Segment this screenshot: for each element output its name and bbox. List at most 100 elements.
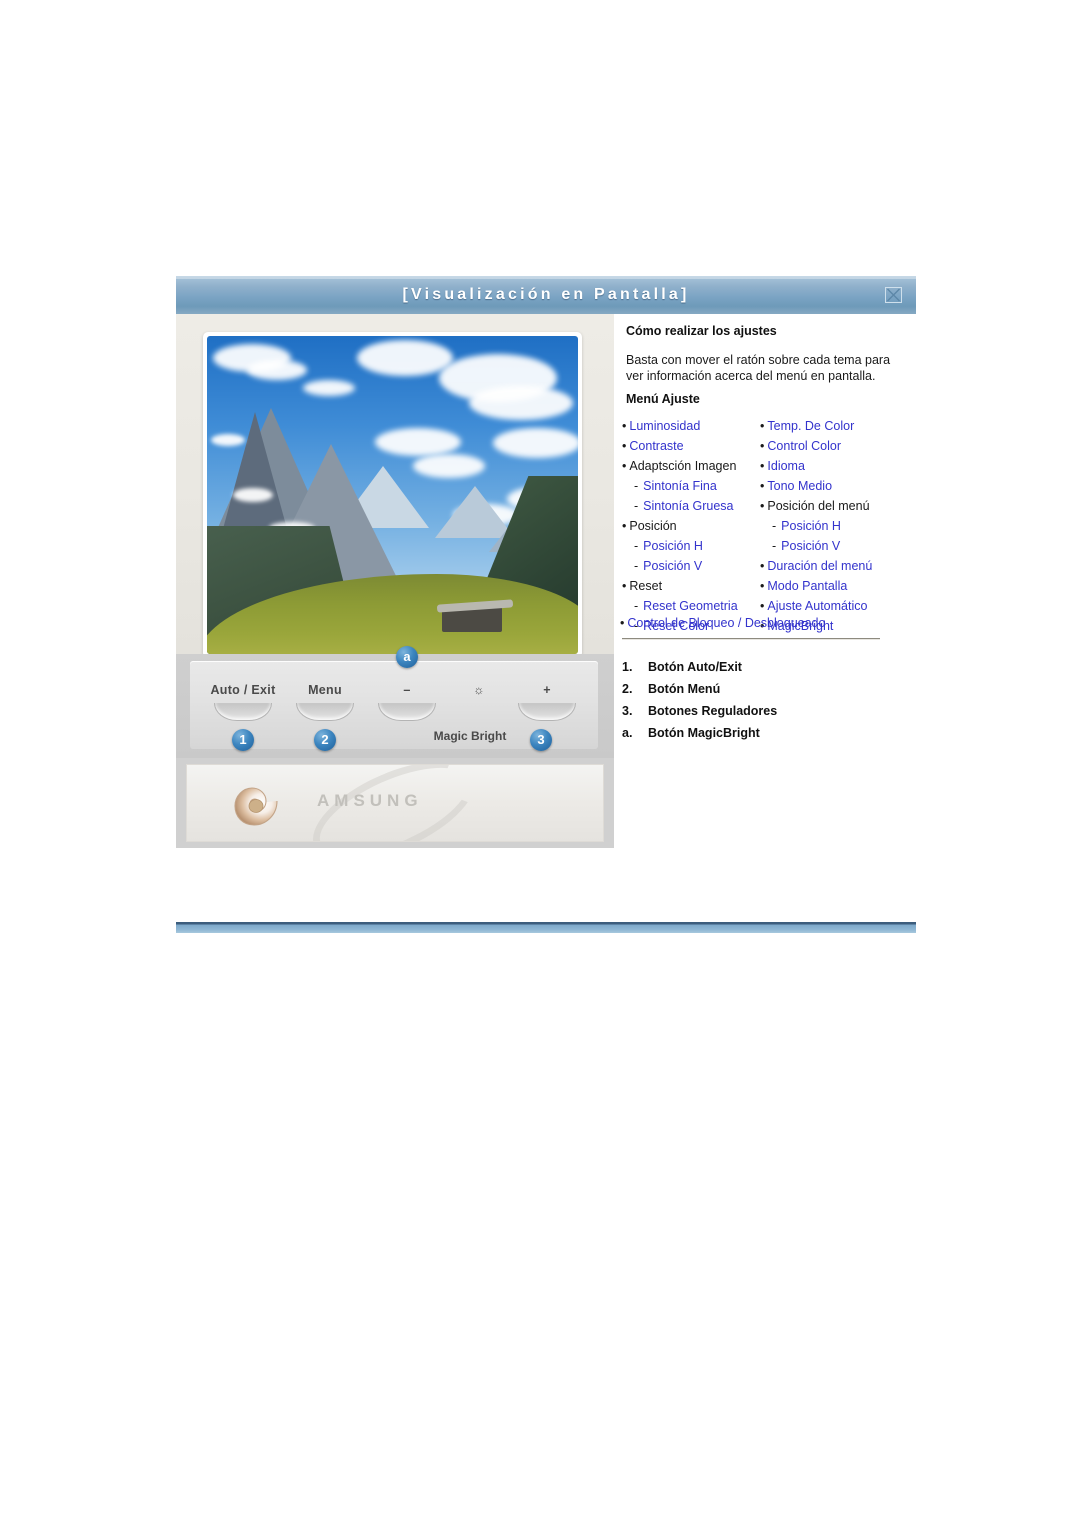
monitor-upper-bezel xyxy=(176,314,614,658)
legend-number: 3. xyxy=(622,704,633,718)
badge-2: 2 xyxy=(314,729,336,751)
button-minus[interactable]: – xyxy=(368,683,446,721)
dash-marker: - xyxy=(634,539,639,553)
menu-item-label[interactable]: Ajuste Automático xyxy=(767,599,867,613)
dash-marker: - xyxy=(634,499,639,513)
menu-item-sinton-a-gruesa[interactable]: - Sintonía Gruesa xyxy=(620,496,758,516)
menu-item-label[interactable]: Duración del menú xyxy=(767,559,872,573)
legend-number: 2. xyxy=(622,682,633,696)
logo-plate: AMSUNG xyxy=(186,764,604,842)
menu-item-luminosidad[interactable]: • Luminosidad xyxy=(620,416,758,436)
menu-item-modo-pantalla[interactable]: • Modo Pantalla xyxy=(758,576,916,596)
menu-item-lock-unlock[interactable]: • Control de Bloqueo / Desbloqueado xyxy=(620,616,825,630)
button-menu[interactable]: Menu xyxy=(286,683,364,721)
brightness-icon: ☼ xyxy=(473,683,485,697)
cloud xyxy=(469,386,573,420)
menu-item-label[interactable]: Modo Pantalla xyxy=(767,579,847,593)
button-plus[interactable]: + xyxy=(508,683,586,721)
menu-item-posici-n-h[interactable]: - Posición H xyxy=(758,516,916,536)
bullet-marker: • xyxy=(760,439,765,453)
menu-item-label[interactable]: Posición V xyxy=(781,539,840,553)
menu-item-tono-medio[interactable]: • Tono Medio xyxy=(758,476,916,496)
bullet-marker: • xyxy=(760,499,765,513)
menu-item-label: Reset xyxy=(629,579,663,593)
dash-marker: - xyxy=(772,539,777,553)
page-title: [Visualización en Pantalla] xyxy=(402,286,690,303)
button-auto-exit[interactable]: Auto / Exit xyxy=(204,683,282,721)
horizontal-divider xyxy=(622,638,880,640)
button-plus-cap[interactable] xyxy=(518,703,576,721)
menu-item-label[interactable]: Tono Medio xyxy=(767,479,832,493)
badge-3: 3 xyxy=(530,729,552,751)
bullet-marker: • xyxy=(760,559,765,573)
bullet-marker: • xyxy=(622,459,627,473)
menu-item-label[interactable]: Reset Geometria xyxy=(643,599,737,613)
legend-row: 2. Botón Menú xyxy=(622,678,912,700)
dash-marker: - xyxy=(634,479,639,493)
menu-item-label[interactable]: Contraste xyxy=(629,439,683,453)
button-plus-label: + xyxy=(543,683,551,697)
menu-item-label[interactable]: Posición V xyxy=(643,559,702,573)
button-menu-cap[interactable] xyxy=(296,703,354,721)
menu-item-label[interactable]: Sintonía Gruesa xyxy=(643,499,733,513)
legend-label: Botón Auto/Exit xyxy=(648,660,742,674)
bullet-marker: • xyxy=(622,519,627,533)
bullet-marker: • xyxy=(760,459,765,473)
dash-marker: - xyxy=(634,599,639,613)
menu-item-label[interactable]: Control de Bloqueo / Desbloqueado xyxy=(627,616,825,630)
dash-marker: - xyxy=(634,559,639,573)
bullet-marker: • xyxy=(760,479,765,493)
menu-item-ajuste-autom-tico[interactable]: • Ajuste Automático xyxy=(758,596,916,616)
menu-item-posici-n-v[interactable]: - Posición V xyxy=(620,556,758,576)
legend-row: 3. Botones Reguladores xyxy=(622,700,912,722)
bullet-marker: • xyxy=(760,579,765,593)
nautilus-shell-icon xyxy=(233,779,283,827)
menu-item-posici-n-del-men: • Posición del menú xyxy=(758,496,916,516)
legend-number: a. xyxy=(622,726,633,740)
legend-row: a. Botón MagicBright xyxy=(622,722,912,744)
menu-item-duraci-n-del-men[interactable]: • Duración del menú xyxy=(758,556,916,576)
menu-item-label[interactable]: Posición H xyxy=(643,539,703,553)
menu-item-label[interactable]: Sintonía Fina xyxy=(643,479,717,493)
dash-marker: - xyxy=(772,519,777,533)
menu-item-label[interactable]: Control Color xyxy=(767,439,841,453)
cloud xyxy=(247,360,307,380)
menu-item-temp-de-color[interactable]: • Temp. De Color xyxy=(758,416,916,436)
osd-window: [Visualización en Pantalla] Auto / Exit … xyxy=(176,276,916,848)
menu-item-sinton-a-fina[interactable]: - Sintonía Fina xyxy=(620,476,758,496)
screen-image-landscape xyxy=(207,336,578,654)
legend-label: Botón MagicBright xyxy=(648,726,760,740)
menu-item-posici-n: • Posición xyxy=(620,516,758,536)
button-auto-exit-cap[interactable] xyxy=(214,703,272,721)
menu-item-label[interactable]: Temp. De Color xyxy=(767,419,854,433)
menu-item-reset-geometria[interactable]: - Reset Geometria xyxy=(620,596,758,616)
menu-item-label[interactable]: Luminosidad xyxy=(629,419,700,433)
menu-item-posici-n-v[interactable]: - Posición V xyxy=(758,536,916,556)
menu-item-contraste[interactable]: • Contraste xyxy=(620,436,758,456)
button-minus-label: – xyxy=(403,683,411,697)
samsung-logo: AMSUNG xyxy=(317,791,423,810)
control-bezel-inner: Auto / Exit Menu – ☼ + Magic Bright 1 2 … xyxy=(190,646,598,751)
cloud xyxy=(303,380,355,396)
doc-heading: Cómo realizar los ajustes xyxy=(626,324,777,338)
bullet-marker: • xyxy=(760,599,765,613)
monitor-screen-frame xyxy=(203,332,582,658)
menu-item-control-color[interactable]: • Control Color xyxy=(758,436,916,456)
magic-bright-label: Magic Bright xyxy=(433,729,507,743)
button-minus-cap[interactable] xyxy=(378,703,436,721)
numbered-legend-list: 1. Botón Auto/Exit 2. Botón Menú 3. Botones R… xyxy=(622,656,912,744)
badge-1: 1 xyxy=(232,729,254,751)
button-menu-label: Menu xyxy=(308,683,342,697)
menu-item-posici-n-h[interactable]: - Posición H xyxy=(620,536,758,556)
monitor-illustration: Auto / Exit Menu – ☼ + Magic Bright 1 2 … xyxy=(176,314,614,848)
menu-item-label[interactable]: Idioma xyxy=(767,459,805,473)
bullet-marker: • xyxy=(622,579,627,593)
menu-item-idioma[interactable]: • Idioma xyxy=(758,456,916,476)
close-icon[interactable] xyxy=(885,287,902,303)
button-brightness[interactable]: ☼ xyxy=(440,683,518,698)
menu-item-label[interactable]: Posición H xyxy=(781,519,841,533)
cloud xyxy=(357,340,453,376)
window-title-bar: [Visualización en Pantalla] xyxy=(176,276,916,314)
menu-column-right: • Temp. De Color • Control Color • Idioma • Ton… xyxy=(758,416,916,636)
legend-row: 1. Botón Auto/Exit xyxy=(622,656,912,678)
